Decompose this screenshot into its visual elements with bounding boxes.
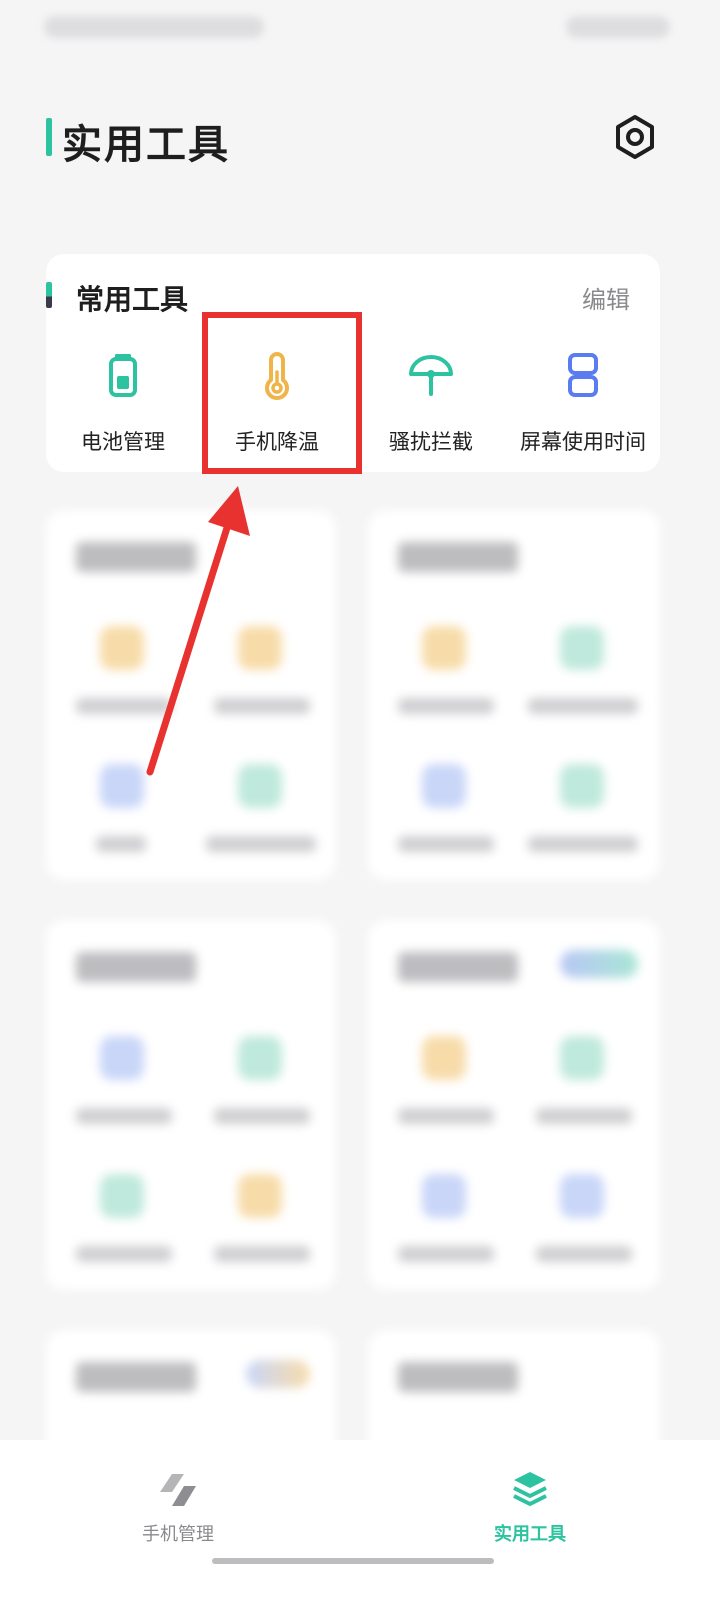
blurred-label xyxy=(536,1246,632,1262)
tool-label: 电池管理 xyxy=(81,430,165,454)
blurred-card xyxy=(46,920,336,1290)
home-indicator[interactable] xyxy=(212,1558,494,1564)
blurred-icon xyxy=(560,626,604,670)
blurred-label xyxy=(214,1246,310,1262)
status-right-blur xyxy=(566,16,670,38)
nav-label: 实用工具 xyxy=(494,1524,566,1545)
nav-phone-manager[interactable]: 手机管理 xyxy=(78,1470,278,1560)
blurred-label xyxy=(76,1108,172,1124)
blurred-label xyxy=(398,836,494,852)
blurred-card xyxy=(368,510,660,880)
section-title: 常用工具 xyxy=(76,283,189,316)
blurred-icon xyxy=(422,764,466,808)
blurred-icon xyxy=(422,626,466,670)
blurred-icon xyxy=(100,626,144,670)
blurred-label xyxy=(76,698,172,714)
blurred-label xyxy=(206,836,316,852)
blurred-badge xyxy=(560,950,638,978)
blurred-label xyxy=(214,1108,310,1124)
blurred-label xyxy=(76,1246,172,1262)
blurred-title xyxy=(398,1362,518,1392)
blurred-title xyxy=(76,952,196,982)
blurred-label xyxy=(528,836,638,852)
umbrella-icon xyxy=(409,355,453,396)
blurred-badge xyxy=(246,1360,310,1388)
blurred-card xyxy=(368,920,660,1290)
blurred-label xyxy=(398,1246,494,1262)
blurred-icon xyxy=(560,764,604,808)
blurred-icon xyxy=(100,764,144,808)
blurred-title xyxy=(76,1362,196,1392)
highlight-box xyxy=(202,312,362,474)
status-bar xyxy=(0,0,720,60)
blurred-icon xyxy=(238,1036,282,1080)
edit-button[interactable]: 编辑 xyxy=(582,280,630,315)
status-left-blur xyxy=(44,16,264,38)
tool-harassment-blocking[interactable]: 骚扰拦截 xyxy=(354,350,508,460)
bottom-navigation: 手机管理 实用工具 xyxy=(0,1440,720,1600)
blurred-card xyxy=(46,510,336,880)
blurred-label xyxy=(536,1108,632,1124)
blurred-title xyxy=(398,542,518,572)
blurred-label xyxy=(398,698,494,714)
blurred-icon xyxy=(238,1174,282,1218)
blurred-label xyxy=(214,698,310,714)
blurred-label xyxy=(398,1108,494,1124)
tool-battery-management[interactable]: 电池管理 xyxy=(46,350,200,460)
blurred-icon xyxy=(422,1036,466,1080)
blurred-title xyxy=(76,542,196,572)
nav-practical-tools[interactable]: 实用工具 xyxy=(430,1470,630,1560)
blurred-icon xyxy=(560,1174,604,1218)
blurred-icon xyxy=(100,1036,144,1080)
blurred-icon xyxy=(238,626,282,670)
phone-manager-icon xyxy=(160,1474,196,1506)
blurred-icon xyxy=(238,764,282,808)
hourglass-icon xyxy=(568,353,598,397)
blurred-icon xyxy=(422,1174,466,1218)
blurred-title xyxy=(398,952,518,982)
tool-label: 屏幕使用时间 xyxy=(520,430,646,454)
blurred-label xyxy=(96,836,146,852)
page-title: 实用工具 xyxy=(62,122,230,168)
nav-label: 手机管理 xyxy=(142,1524,214,1545)
blurred-icon xyxy=(560,1036,604,1080)
settings-button[interactable] xyxy=(612,114,658,160)
tool-label: 骚扰拦截 xyxy=(389,430,473,454)
tools-layers-icon xyxy=(513,1472,547,1506)
section-accent-bar xyxy=(46,282,52,308)
settings-hexagon-icon xyxy=(616,115,654,159)
tool-screen-time[interactable]: 屏幕使用时间 xyxy=(506,350,660,460)
page-header: 实用工具 xyxy=(0,100,720,180)
blurred-label xyxy=(528,698,638,714)
battery-icon xyxy=(109,354,137,397)
title-accent-bar xyxy=(46,118,52,156)
blurred-icon xyxy=(100,1174,144,1218)
